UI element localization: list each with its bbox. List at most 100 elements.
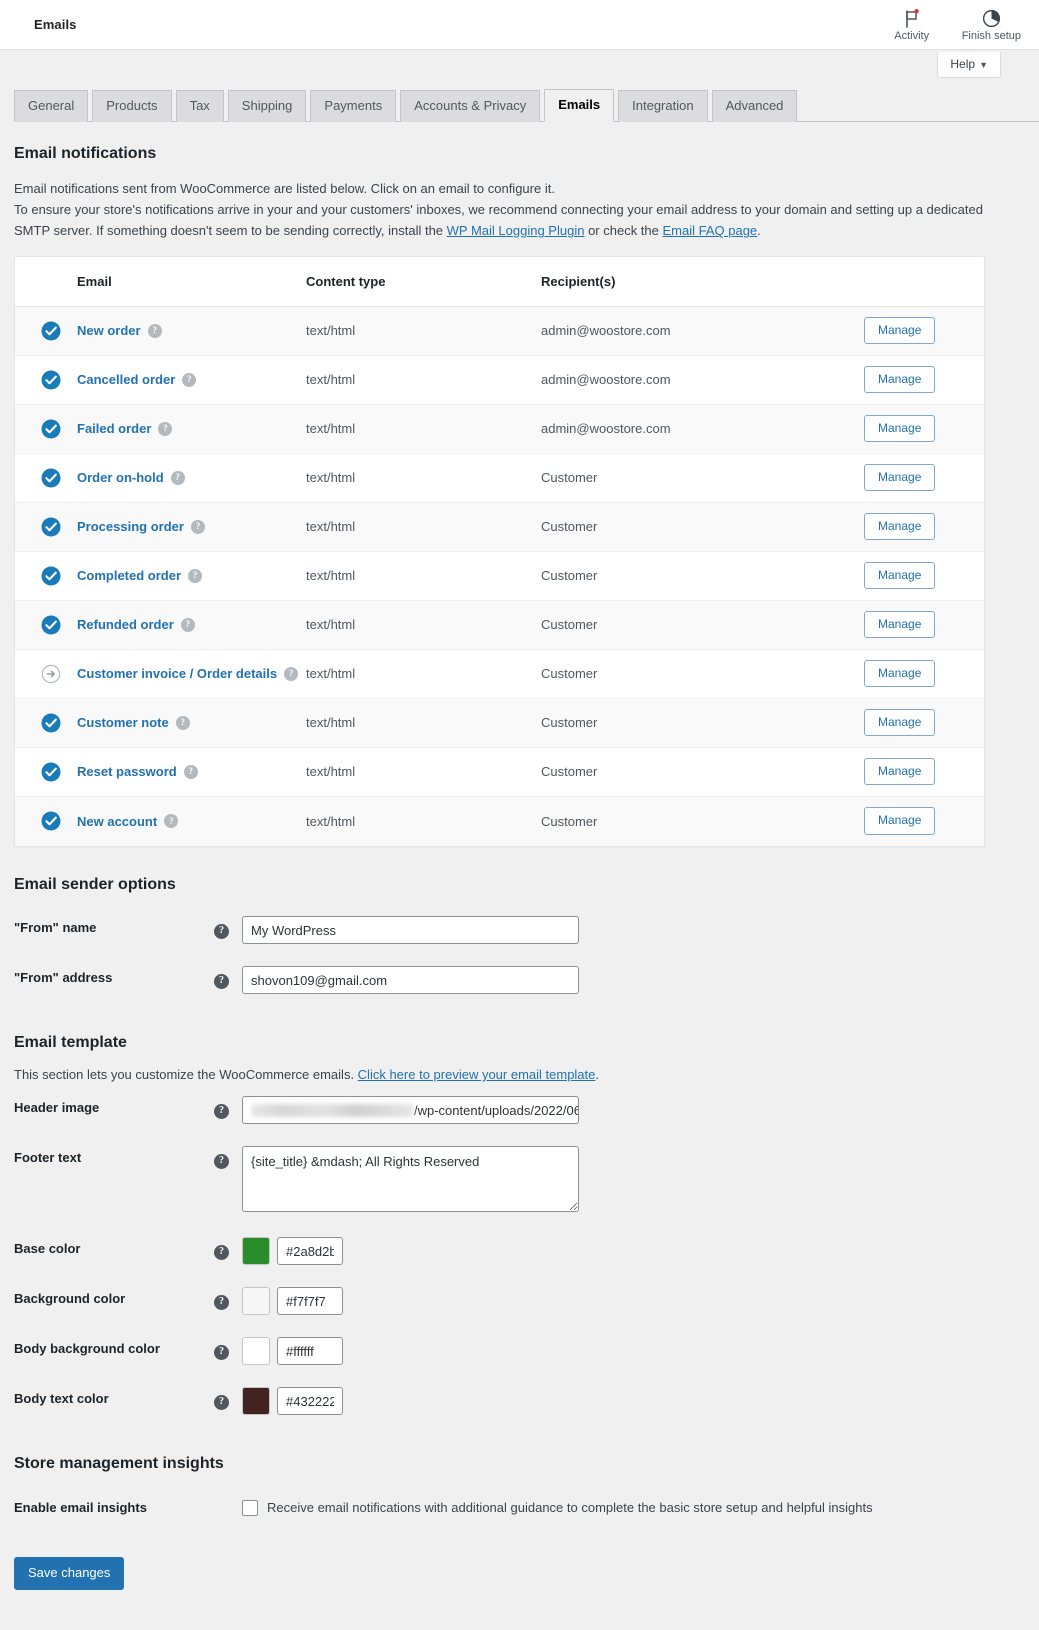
base-color-swatch[interactable] (242, 1237, 270, 1266)
body-background-color-input[interactable] (277, 1337, 343, 1366)
footer-text-help-icon[interactable]: ? (214, 1153, 229, 1169)
email-name-cell: Processing order? (77, 519, 306, 534)
table-row[interactable]: Order on-hold? text/html Customer Manage (15, 453, 984, 503)
email-name-cell: Refunded order? (77, 617, 306, 632)
tab-integration[interactable]: Integration (618, 90, 708, 122)
table-row[interactable]: Refunded order? text/html Customer Manage (15, 600, 984, 650)
background-color-swatch[interactable] (242, 1287, 270, 1316)
manage-button[interactable]: Manage (864, 561, 936, 590)
email-status-toggle[interactable] (15, 762, 77, 782)
from-name-input[interactable] (242, 916, 579, 945)
manage-button[interactable]: Manage (864, 610, 936, 639)
email-name-link[interactable]: Refunded order (77, 617, 174, 632)
manage-button[interactable]: Manage (864, 414, 936, 443)
email-status-toggle[interactable] (15, 321, 77, 341)
tab-accounts-privacy[interactable]: Accounts & Privacy (400, 90, 541, 122)
email-help-icon[interactable]: ? (183, 764, 198, 779)
from-address-help-icon[interactable]: ? (214, 973, 229, 989)
email-name-link[interactable]: Order on-hold (77, 470, 164, 485)
email-status-toggle[interactable] (15, 811, 77, 831)
email-name-link[interactable]: Customer invoice / Order details (77, 666, 277, 681)
email-status-toggle[interactable] (15, 664, 77, 684)
email-name-link[interactable]: Cancelled order (77, 372, 175, 387)
email-name-link[interactable]: Processing order (77, 519, 184, 534)
email-help-icon[interactable]: ? (158, 421, 173, 436)
background-color-input[interactable] (277, 1287, 343, 1316)
table-row[interactable]: Customer note? text/html Customer Manage (15, 698, 984, 748)
email-status-toggle[interactable] (15, 419, 77, 439)
email-help-icon[interactable]: ? (175, 715, 190, 730)
tab-emails[interactable]: Emails (544, 89, 615, 122)
table-header-row: Email Content type Recipient(s) (15, 257, 984, 307)
email-name-link[interactable]: Completed order (77, 568, 181, 583)
email-status-toggle[interactable] (15, 468, 77, 488)
email-help-icon[interactable]: ? (284, 666, 299, 681)
activity-button[interactable]: Activity (888, 9, 936, 42)
table-row[interactable]: Processing order? text/html Customer Manage (15, 502, 984, 552)
email-notifications-table: Email Content type Recipient(s) New orde… (14, 255, 985, 847)
email-faq-page-link[interactable]: Email FAQ page (663, 223, 758, 238)
finish-setup-button[interactable]: Finish setup (962, 9, 1021, 42)
manage-button[interactable]: Manage (864, 659, 936, 688)
manage-button[interactable]: Manage (864, 807, 936, 835)
email-status-toggle[interactable] (15, 566, 77, 586)
help-button[interactable]: Help ▼ (937, 52, 1001, 78)
enable-email-insights-checkbox[interactable] (242, 1499, 258, 1516)
email-help-icon[interactable]: ? (180, 617, 195, 632)
email-help-icon[interactable]: ? (182, 372, 197, 387)
background-color-help-icon[interactable]: ? (214, 1294, 229, 1310)
base-color-help-icon[interactable]: ? (214, 1244, 229, 1260)
table-row[interactable]: Failed order? text/html admin@woostore.com… (15, 404, 984, 454)
email-help-icon[interactable]: ? (190, 519, 205, 534)
email-status-toggle[interactable] (15, 517, 77, 537)
save-changes-button[interactable]: Save changes (14, 1556, 125, 1590)
body-background-color-swatch[interactable] (242, 1337, 270, 1366)
email-help-icon[interactable]: ? (188, 568, 203, 583)
enable-email-insights-description: Receive email notifications with additio… (267, 1499, 873, 1515)
header-image-help-icon[interactable]: ? (214, 1103, 229, 1119)
email-help-icon[interactable]: ? (170, 470, 185, 485)
body-text-color-help-icon[interactable]: ? (214, 1394, 229, 1410)
status-enabled-icon (41, 419, 61, 439)
manage-button[interactable]: Manage (864, 757, 936, 786)
email-help-icon[interactable]: ? (164, 814, 179, 829)
email-help-icon[interactable]: ? (147, 323, 162, 338)
tab-general[interactable]: General (14, 90, 89, 122)
footer-text-textarea[interactable]: {site_title} &mdash; All Rights Reserved (242, 1146, 579, 1213)
header-image-input[interactable]: /wp-content/uploads/2022/06/log (242, 1096, 579, 1125)
table-row[interactable]: New account? text/html Customer Manage (15, 796, 984, 846)
email-name-link[interactable]: Failed order (77, 421, 151, 436)
notifications-desc-part-c: . (757, 223, 761, 239)
wp-mail-logging-plugin-link[interactable]: WP Mail Logging Plugin (447, 223, 585, 238)
manage-button[interactable]: Manage (864, 708, 936, 737)
from-name-help-icon[interactable]: ? (214, 923, 229, 939)
email-name-link[interactable]: Customer note (77, 715, 169, 730)
tab-advanced[interactable]: Advanced (711, 90, 798, 122)
email-name-link[interactable]: Reset password (77, 764, 177, 779)
table-row[interactable]: Cancelled order? text/html admin@woostore.… (15, 355, 984, 405)
tab-shipping[interactable]: Shipping (227, 90, 307, 122)
manage-button[interactable]: Manage (864, 463, 936, 492)
email-status-toggle[interactable] (15, 615, 77, 635)
body-background-color-help-icon[interactable]: ? (214, 1344, 229, 1360)
body-text-color-swatch[interactable] (242, 1387, 270, 1416)
base-color-input[interactable] (277, 1237, 343, 1266)
body-text-color-input[interactable] (277, 1387, 343, 1416)
table-row[interactable]: New order? text/html admin@woostore.com Man… (15, 306, 984, 356)
preview-email-template-link[interactable]: Click here to preview your email templat… (358, 1067, 596, 1082)
tab-products[interactable]: Products (92, 90, 172, 122)
manage-button[interactable]: Manage (864, 316, 936, 345)
from-address-input[interactable] (242, 966, 579, 995)
email-status-toggle[interactable] (15, 370, 77, 390)
manage-button[interactable]: Manage (864, 365, 936, 394)
table-row[interactable]: Customer invoice / Order details? text/ht… (15, 649, 984, 699)
email-action-cell: Manage (864, 463, 984, 492)
table-row[interactable]: Reset password? text/html Customer Manage (15, 747, 984, 797)
tab-tax[interactable]: Tax (175, 90, 224, 122)
manage-button[interactable]: Manage (864, 512, 936, 541)
table-row[interactable]: Completed order? text/html Customer Manage (15, 551, 984, 601)
email-status-toggle[interactable] (15, 713, 77, 733)
email-name-link[interactable]: New account (77, 814, 157, 829)
email-name-link[interactable]: New order (77, 323, 141, 338)
tab-payments[interactable]: Payments (310, 90, 397, 122)
